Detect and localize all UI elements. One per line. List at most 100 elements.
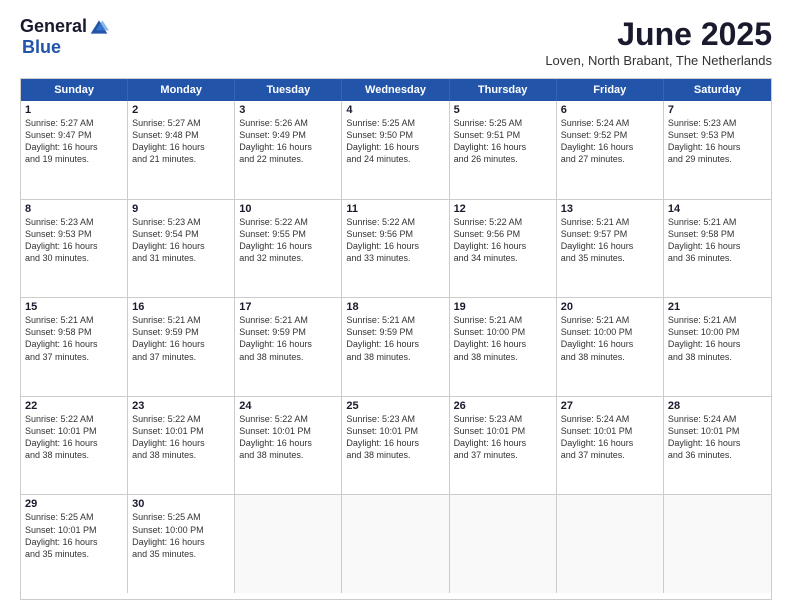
day-number: 6 [561,104,659,116]
cell-info: Sunrise: 5:25 AM Sunset: 9:51 PM Dayligh… [454,117,552,166]
day-number: 25 [346,400,444,412]
week-row-5: 29Sunrise: 5:25 AM Sunset: 10:01 PM Dayl… [21,495,771,593]
day-number: 15 [25,301,123,313]
week-row-2: 8Sunrise: 5:23 AM Sunset: 9:53 PM Daylig… [21,200,771,299]
table-row: 10Sunrise: 5:22 AM Sunset: 9:55 PM Dayli… [235,200,342,298]
cell-info: Sunrise: 5:21 AM Sunset: 9:58 PM Dayligh… [668,216,767,265]
table-row: 1Sunrise: 5:27 AM Sunset: 9:47 PM Daylig… [21,101,128,199]
table-row: 28Sunrise: 5:24 AM Sunset: 10:01 PM Dayl… [664,397,771,495]
cell-info: Sunrise: 5:22 AM Sunset: 10:01 PM Daylig… [239,413,337,462]
day-number: 23 [132,400,230,412]
cell-info: Sunrise: 5:25 AM Sunset: 10:00 PM Daylig… [132,511,230,560]
table-row: 5Sunrise: 5:25 AM Sunset: 9:51 PM Daylig… [450,101,557,199]
cell-info: Sunrise: 5:22 AM Sunset: 9:56 PM Dayligh… [454,216,552,265]
cell-info: Sunrise: 5:27 AM Sunset: 9:47 PM Dayligh… [25,117,123,166]
title-area: June 2025 Loven, North Brabant, The Neth… [545,16,772,68]
cell-info: Sunrise: 5:24 AM Sunset: 9:52 PM Dayligh… [561,117,659,166]
cell-info: Sunrise: 5:22 AM Sunset: 10:01 PM Daylig… [132,413,230,462]
table-row: 27Sunrise: 5:24 AM Sunset: 10:01 PM Dayl… [557,397,664,495]
cell-info: Sunrise: 5:23 AM Sunset: 10:01 PM Daylig… [346,413,444,462]
header-sunday: Sunday [21,79,128,101]
day-number: 9 [132,203,230,215]
cell-info: Sunrise: 5:22 AM Sunset: 10:01 PM Daylig… [25,413,123,462]
cell-info: Sunrise: 5:23 AM Sunset: 9:54 PM Dayligh… [132,216,230,265]
header-saturday: Saturday [664,79,771,101]
day-number: 5 [454,104,552,116]
day-number: 19 [454,301,552,313]
header-monday: Monday [128,79,235,101]
calendar-body: 1Sunrise: 5:27 AM Sunset: 9:47 PM Daylig… [21,101,771,593]
cell-info: Sunrise: 5:21 AM Sunset: 9:59 PM Dayligh… [346,314,444,363]
table-row: 14Sunrise: 5:21 AM Sunset: 9:58 PM Dayli… [664,200,771,298]
table-row: 2Sunrise: 5:27 AM Sunset: 9:48 PM Daylig… [128,101,235,199]
week-row-4: 22Sunrise: 5:22 AM Sunset: 10:01 PM Dayl… [21,397,771,496]
table-row: 25Sunrise: 5:23 AM Sunset: 10:01 PM Dayl… [342,397,449,495]
day-number: 3 [239,104,337,116]
cell-info: Sunrise: 5:23 AM Sunset: 10:01 PM Daylig… [454,413,552,462]
table-row: 6Sunrise: 5:24 AM Sunset: 9:52 PM Daylig… [557,101,664,199]
calendar: Sunday Monday Tuesday Wednesday Thursday… [20,78,772,600]
cell-info: Sunrise: 5:21 AM Sunset: 10:00 PM Daylig… [561,314,659,363]
table-row: 29Sunrise: 5:25 AM Sunset: 10:01 PM Dayl… [21,495,128,593]
day-number: 29 [25,498,123,510]
header-thursday: Thursday [450,79,557,101]
month-title: June 2025 [545,16,772,53]
table-row [235,495,342,593]
cell-info: Sunrise: 5:22 AM Sunset: 9:55 PM Dayligh… [239,216,337,265]
cell-info: Sunrise: 5:21 AM Sunset: 9:59 PM Dayligh… [239,314,337,363]
day-number: 27 [561,400,659,412]
day-number: 14 [668,203,767,215]
cell-info: Sunrise: 5:25 AM Sunset: 10:01 PM Daylig… [25,511,123,560]
page: General Blue June 2025 Loven, North Brab… [0,0,792,612]
table-row: 13Sunrise: 5:21 AM Sunset: 9:57 PM Dayli… [557,200,664,298]
table-row: 16Sunrise: 5:21 AM Sunset: 9:59 PM Dayli… [128,298,235,396]
table-row: 23Sunrise: 5:22 AM Sunset: 10:01 PM Dayl… [128,397,235,495]
header-tuesday: Tuesday [235,79,342,101]
table-row: 24Sunrise: 5:22 AM Sunset: 10:01 PM Dayl… [235,397,342,495]
logo-icon [89,17,109,37]
cell-info: Sunrise: 5:26 AM Sunset: 9:49 PM Dayligh… [239,117,337,166]
week-row-3: 15Sunrise: 5:21 AM Sunset: 9:58 PM Dayli… [21,298,771,397]
header: General Blue June 2025 Loven, North Brab… [20,16,772,68]
day-number: 28 [668,400,767,412]
table-row [450,495,557,593]
day-number: 7 [668,104,767,116]
cell-info: Sunrise: 5:27 AM Sunset: 9:48 PM Dayligh… [132,117,230,166]
cell-info: Sunrise: 5:21 AM Sunset: 9:59 PM Dayligh… [132,314,230,363]
day-number: 21 [668,301,767,313]
day-number: 30 [132,498,230,510]
cell-info: Sunrise: 5:21 AM Sunset: 9:58 PM Dayligh… [25,314,123,363]
week-row-1: 1Sunrise: 5:27 AM Sunset: 9:47 PM Daylig… [21,101,771,200]
table-row: 15Sunrise: 5:21 AM Sunset: 9:58 PM Dayli… [21,298,128,396]
table-row: 11Sunrise: 5:22 AM Sunset: 9:56 PM Dayli… [342,200,449,298]
table-row: 22Sunrise: 5:22 AM Sunset: 10:01 PM Dayl… [21,397,128,495]
table-row [664,495,771,593]
table-row: 26Sunrise: 5:23 AM Sunset: 10:01 PM Dayl… [450,397,557,495]
day-number: 1 [25,104,123,116]
day-number: 11 [346,203,444,215]
table-row: 30Sunrise: 5:25 AM Sunset: 10:00 PM Dayl… [128,495,235,593]
day-number: 26 [454,400,552,412]
day-number: 20 [561,301,659,313]
cell-info: Sunrise: 5:23 AM Sunset: 9:53 PM Dayligh… [668,117,767,166]
header-friday: Friday [557,79,664,101]
day-number: 13 [561,203,659,215]
day-number: 16 [132,301,230,313]
cell-info: Sunrise: 5:24 AM Sunset: 10:01 PM Daylig… [668,413,767,462]
table-row: 21Sunrise: 5:21 AM Sunset: 10:00 PM Dayl… [664,298,771,396]
cell-info: Sunrise: 5:23 AM Sunset: 9:53 PM Dayligh… [25,216,123,265]
logo: General Blue [20,16,109,58]
cell-info: Sunrise: 5:21 AM Sunset: 9:57 PM Dayligh… [561,216,659,265]
table-row [342,495,449,593]
table-row: 19Sunrise: 5:21 AM Sunset: 10:00 PM Dayl… [450,298,557,396]
day-number: 2 [132,104,230,116]
location: Loven, North Brabant, The Netherlands [545,53,772,68]
day-number: 22 [25,400,123,412]
table-row: 9Sunrise: 5:23 AM Sunset: 9:54 PM Daylig… [128,200,235,298]
logo-general: General [20,16,87,37]
header-wednesday: Wednesday [342,79,449,101]
table-row: 20Sunrise: 5:21 AM Sunset: 10:00 PM Dayl… [557,298,664,396]
day-number: 24 [239,400,337,412]
cell-info: Sunrise: 5:21 AM Sunset: 10:00 PM Daylig… [454,314,552,363]
table-row: 4Sunrise: 5:25 AM Sunset: 9:50 PM Daylig… [342,101,449,199]
